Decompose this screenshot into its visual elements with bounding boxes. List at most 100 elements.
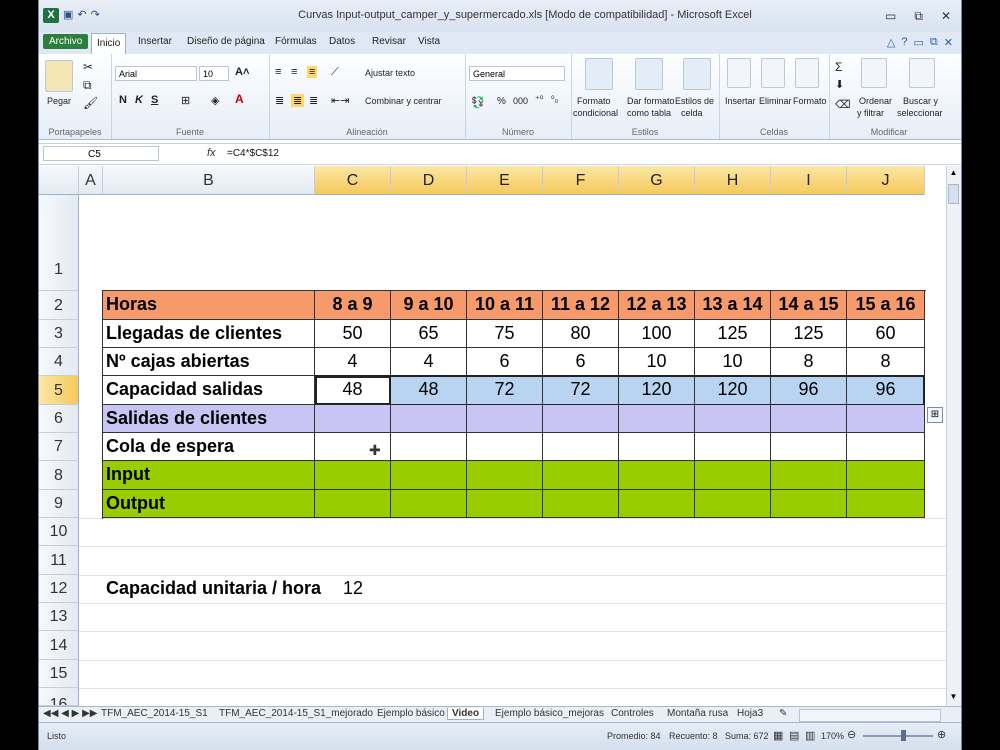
col-header-d[interactable]: D xyxy=(391,166,467,195)
cell-e8[interactable] xyxy=(467,461,543,490)
font-color-icon[interactable]: A xyxy=(235,92,244,106)
cell-h9[interactable] xyxy=(695,490,771,518)
sort-filter-line2[interactable]: y filtrar xyxy=(857,108,884,118)
vertical-scrollbar[interactable]: ▲ ▼ xyxy=(946,166,961,706)
cell-e4[interactable]: 6 xyxy=(467,348,543,376)
col-header-e[interactable]: E xyxy=(467,166,543,195)
cell-d7[interactable] xyxy=(391,433,467,461)
sort-filter-line1[interactable]: Ordenar xyxy=(859,96,892,106)
cell-g2[interactable]: 12 a 13 xyxy=(619,291,695,320)
row-header-1[interactable]: 1 xyxy=(39,195,79,291)
cell-j5[interactable]: 96 xyxy=(847,376,925,405)
cell-e7[interactable] xyxy=(467,433,543,461)
copy-icon[interactable]: ⧉ xyxy=(83,78,92,93)
table-format-line1[interactable]: Dar formato xyxy=(627,96,675,106)
format-painter-icon[interactable]: 🖌 xyxy=(83,96,98,110)
cut-icon[interactable]: ✂ xyxy=(83,60,93,74)
cell-g5[interactable]: 120 xyxy=(619,376,695,405)
autosum-icon[interactable]: Σ xyxy=(835,60,842,74)
cell-i6[interactable] xyxy=(771,405,847,433)
sheet-tab[interactable]: Hoja3 xyxy=(737,708,763,719)
zoom-slider[interactable] xyxy=(863,735,933,737)
currency-icon[interactable]: 💱 xyxy=(471,96,485,109)
borders-icon[interactable]: ⊞ xyxy=(181,94,190,107)
cell-b9-output[interactable]: Output xyxy=(103,490,315,518)
cell-c5-active[interactable]: 48 xyxy=(315,376,391,405)
row-header-8[interactable]: 8 xyxy=(39,461,79,490)
worksheet-grid[interactable]: A B C D E F G H I J 1 2 3 4 5 6 7 8 9 10… xyxy=(39,166,961,706)
scroll-down-icon[interactable]: ▼ xyxy=(948,692,959,704)
merge-center-button[interactable]: Combinar y centrar xyxy=(365,96,442,106)
format-cells-icon[interactable] xyxy=(795,58,819,88)
minimize-button[interactable]: ▭ xyxy=(885,9,896,24)
row-header-13[interactable]: 13 xyxy=(39,603,79,631)
cond-format-line2[interactable]: condicional xyxy=(573,108,618,118)
cell-d3[interactable]: 65 xyxy=(391,320,467,348)
cell-d8[interactable] xyxy=(391,461,467,490)
tab-insertar[interactable]: Insertar xyxy=(138,36,172,47)
tab-vista[interactable]: Vista xyxy=(418,36,440,47)
window-restore-icon[interactable]: ⧉ xyxy=(930,36,938,49)
cell-d2[interactable]: 9 a 10 xyxy=(391,291,467,320)
grow-font-icon[interactable]: A˄ xyxy=(235,66,249,78)
align-left-icon[interactable]: ≣ xyxy=(275,94,284,107)
cell-j7[interactable] xyxy=(847,433,925,461)
cell-b12-capacidad-unitaria[interactable]: Capacidad unitaria / hora xyxy=(103,575,321,603)
zoom-level[interactable]: 170% xyxy=(821,731,844,741)
cell-d9[interactable] xyxy=(391,490,467,518)
bold-button[interactable]: N xyxy=(119,94,127,106)
cell-c12[interactable]: 12 xyxy=(315,575,391,603)
cell-b2-horas[interactable]: Horas xyxy=(103,291,315,320)
redo-icon[interactable]: ↷ xyxy=(91,8,100,23)
cell-g3[interactable]: 100 xyxy=(619,320,695,348)
cell-h2[interactable]: 13 a 14 xyxy=(695,291,771,320)
clear-icon[interactable]: ⌫ xyxy=(835,98,851,111)
help-icon[interactable]: ? xyxy=(901,36,907,49)
row-header-11[interactable]: 11 xyxy=(39,546,79,575)
view-pagebreak-icon[interactable]: ▥ xyxy=(805,729,815,742)
find-select-line2[interactable]: seleccionar xyxy=(897,108,943,118)
thousands-button[interactable]: 000 xyxy=(513,96,528,106)
cell-c8[interactable] xyxy=(315,461,391,490)
cell-f8[interactable] xyxy=(543,461,619,490)
delete-cells-icon[interactable] xyxy=(761,58,785,88)
fill-icon[interactable]: ⬇ xyxy=(835,78,844,91)
tab-revisar[interactable]: Revisar xyxy=(372,36,406,47)
cell-styles-icon[interactable] xyxy=(683,58,711,90)
new-sheet-icon[interactable]: ✎ xyxy=(779,708,787,719)
row-header-12[interactable]: 12 xyxy=(39,575,79,603)
cell-e9[interactable] xyxy=(467,490,543,518)
cell-styles-line2[interactable]: celda xyxy=(681,108,703,118)
cell-f6[interactable] xyxy=(543,405,619,433)
col-header-f[interactable]: F xyxy=(543,166,619,195)
cell-d6[interactable] xyxy=(391,405,467,433)
orientation-icon[interactable]: ⟋ xyxy=(331,66,339,79)
scroll-thumb[interactable] xyxy=(948,184,959,204)
decimal-decrease-icon[interactable]: ⁰₀ xyxy=(551,94,558,105)
horizontal-scrollbar[interactable] xyxy=(799,709,941,722)
row-header-7[interactable]: 7 xyxy=(39,433,79,461)
cell-g4[interactable]: 10 xyxy=(619,348,695,376)
number-format-combo[interactable]: General xyxy=(469,66,565,81)
scroll-up-icon[interactable]: ▲ xyxy=(948,168,959,180)
cell-i3[interactable]: 125 xyxy=(771,320,847,348)
cell-e2[interactable]: 10 a 11 xyxy=(467,291,543,320)
cell-b8-input[interactable]: Input xyxy=(103,461,315,490)
cell-g7[interactable] xyxy=(619,433,695,461)
cell-b3-llegadas[interactable]: Llegadas de clientes xyxy=(103,320,315,348)
cell-styles-line1[interactable]: Estilos de xyxy=(675,96,714,106)
cell-c9[interactable] xyxy=(315,490,391,518)
cell-f5[interactable]: 72 xyxy=(543,376,619,405)
collapse-ribbon-icon[interactable]: △ xyxy=(887,36,895,49)
select-all-corner[interactable] xyxy=(39,166,79,195)
sheet-nav-icons[interactable]: ◀◀ ◀ ▶ ▶▶ xyxy=(43,708,97,719)
cond-format-line1[interactable]: Formato xyxy=(577,96,611,106)
col-header-b[interactable]: B xyxy=(103,166,315,195)
sheet-tab[interactable]: Ejemplo básico_mejoras xyxy=(495,708,604,719)
find-select-line1[interactable]: Buscar y xyxy=(903,96,938,106)
row-header-3[interactable]: 3 xyxy=(39,320,79,348)
sheet-tab[interactable]: TFM_AEC_2014-15_S1_mejorado xyxy=(219,708,373,719)
sheet-tab[interactable]: Montaña rusa xyxy=(667,708,728,719)
cell-j4[interactable]: 8 xyxy=(847,348,925,376)
cell-h8[interactable] xyxy=(695,461,771,490)
